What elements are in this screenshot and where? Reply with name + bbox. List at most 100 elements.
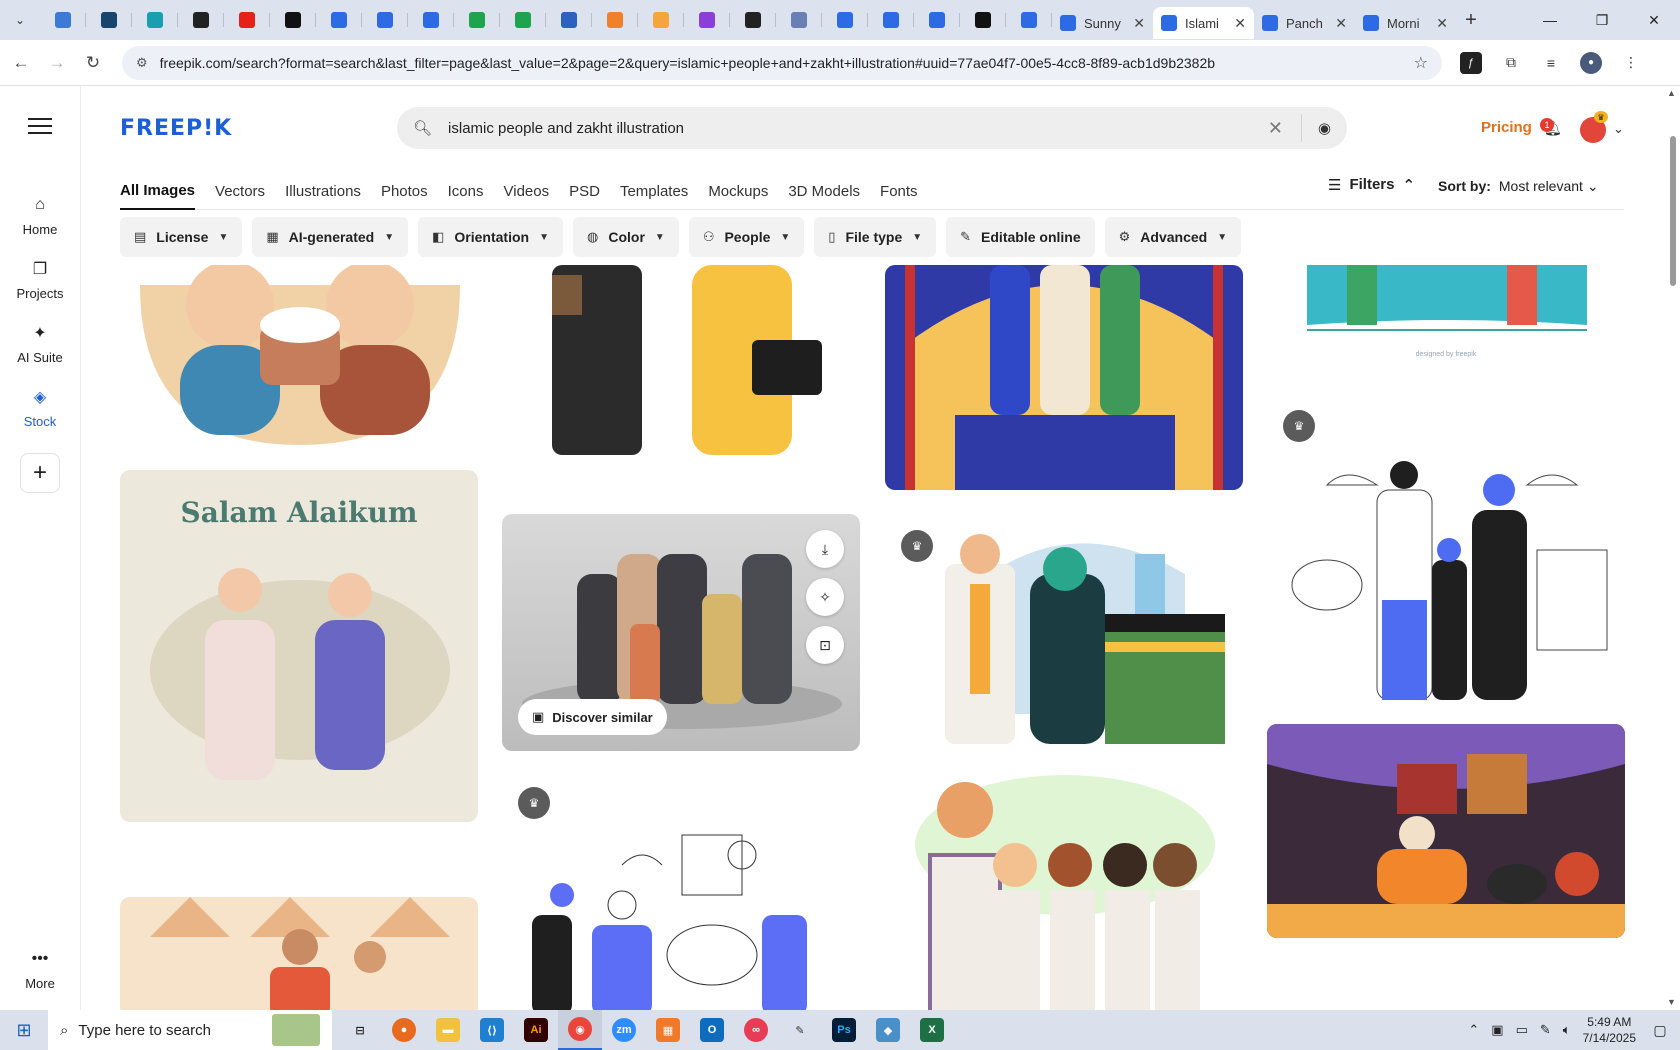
- pinned-tab[interactable]: [684, 5, 730, 35]
- pen-icon[interactable]: ✎: [1540, 1022, 1551, 1038]
- file-explorer-icon[interactable]: ▬: [426, 1010, 470, 1050]
- browser-tab[interactable]: Islami ✕: [1153, 7, 1254, 39]
- excel-icon[interactable]: X: [910, 1010, 954, 1050]
- search-icon[interactable]: 🔍︎: [413, 119, 432, 137]
- outlook-icon[interactable]: O: [690, 1010, 734, 1050]
- vscode-icon[interactable]: ⟨⟩: [470, 1010, 514, 1050]
- image-card[interactable]: Salam Alaikum: [120, 470, 478, 822]
- pinned-tab[interactable]: [822, 5, 868, 35]
- new-tab-button[interactable]: +: [1456, 9, 1486, 32]
- image-card[interactable]: [120, 265, 478, 445]
- tab-photos[interactable]: Photos: [381, 172, 428, 210]
- scroll-up-arrow-icon[interactable]: ▲: [1667, 88, 1676, 98]
- app-grid-icon[interactable]: ▦: [646, 1010, 690, 1050]
- pinned-tab[interactable]: [1006, 5, 1052, 35]
- image-card-hovered[interactable]: ⤓ ✧ ⊡ ▣ Discover similar: [502, 514, 860, 751]
- tab-all-images[interactable]: All Images: [120, 172, 196, 210]
- notification-bell-icon[interactable]: 🔔︎ 1: [1540, 118, 1564, 140]
- tab-vectors[interactable]: Vectors: [215, 172, 265, 210]
- scrollbar-thumb[interactable]: [1670, 136, 1676, 286]
- minimize-button[interactable]: —: [1524, 0, 1576, 40]
- close-tab-icon[interactable]: ✕: [1133, 15, 1145, 32]
- pinned-tab[interactable]: [362, 5, 408, 35]
- tab-psd[interactable]: PSD: [569, 172, 600, 210]
- firefox-icon[interactable]: ●: [382, 1010, 426, 1050]
- restore-button[interactable]: ❐: [1576, 0, 1628, 40]
- filter-file-type-button[interactable]: ▯ File type ▼: [814, 217, 937, 257]
- filters-toggle[interactable]: ☰ Filters ⌃: [1328, 176, 1415, 194]
- freepik-logo[interactable]: FREEP!K: [120, 116, 232, 141]
- filter-color-button[interactable]: ◍ Color ▼: [573, 217, 679, 257]
- save-to-folder-icon[interactable]: ⊡: [806, 626, 844, 664]
- image-card[interactable]: [1267, 724, 1625, 938]
- sidebar-item-stock[interactable]: ◈ Stock: [0, 386, 80, 429]
- close-window-button[interactable]: ✕: [1628, 0, 1680, 40]
- tab-mockups[interactable]: Mockups: [708, 172, 768, 210]
- sidebar-item-more[interactable]: ••• More: [0, 948, 80, 991]
- pen-tool-icon[interactable]: ✎: [778, 1010, 822, 1050]
- sidebar-item-projects[interactable]: ❐ Projects: [0, 258, 80, 301]
- taskbar-search[interactable]: ⌕ Type here to search: [48, 1010, 332, 1050]
- media-control-icon[interactable]: ≡: [1540, 52, 1562, 74]
- pinned-tab[interactable]: [592, 5, 638, 35]
- profile-avatar[interactable]: ●: [1580, 51, 1602, 74]
- filter-people-button[interactable]: ⚇ People ▼: [688, 217, 805, 257]
- browser-tab[interactable]: Sunny ✕: [1052, 7, 1153, 39]
- volume-icon[interactable]: 🔈︎: [1563, 1022, 1571, 1038]
- pinned-tab[interactable]: [960, 5, 1006, 35]
- browser-menu-icon[interactable]: ⋮: [1620, 52, 1642, 74]
- network-icon[interactable]: ▭: [1516, 1022, 1528, 1038]
- pinned-tab[interactable]: [868, 5, 914, 35]
- user-avatar[interactable]: ♛: [1580, 111, 1608, 143]
- reload-button[interactable]: ↻: [78, 48, 108, 78]
- pinned-tab[interactable]: [408, 5, 454, 35]
- url-text[interactable]: freepik.com/search?format=search&last_fi…: [160, 55, 1414, 71]
- pinned-tab[interactable]: [178, 5, 224, 35]
- zoom-icon[interactable]: zm: [602, 1010, 646, 1050]
- pinned-tab[interactable]: [316, 5, 362, 35]
- sort-dropdown[interactable]: Sort by: Most relevant ⌄: [1438, 178, 1599, 195]
- image-card[interactable]: ♛: [885, 514, 1243, 751]
- filter-orientation-button[interactable]: ◧ Orientation ▼: [418, 217, 563, 257]
- tab-illustrations[interactable]: Illustrations: [285, 172, 361, 210]
- pinned-tab[interactable]: [914, 5, 960, 35]
- image-card[interactable]: ♛: [1267, 400, 1625, 700]
- pinned-tab[interactable]: [730, 5, 776, 35]
- search-input[interactable]: [448, 119, 1268, 137]
- site-info-icon[interactable]: ⚙: [136, 55, 148, 71]
- forward-button[interactable]: →: [42, 48, 72, 78]
- image-card[interactable]: [885, 775, 1243, 1010]
- pinned-tab[interactable]: [86, 5, 132, 35]
- clear-search-icon[interactable]: ✕: [1268, 118, 1283, 139]
- user-menu-chevron-icon[interactable]: ⌄: [1613, 121, 1624, 137]
- image-card[interactable]: [502, 265, 860, 465]
- illustrator-icon[interactable]: Ai: [514, 1010, 558, 1050]
- close-tab-icon[interactable]: ✕: [1234, 15, 1246, 32]
- tab-templates[interactable]: Templates: [620, 172, 688, 210]
- sidebar-item-home[interactable]: ⌂ Home: [0, 194, 80, 237]
- pinned-tab[interactable]: [454, 5, 500, 35]
- download-icon[interactable]: ⤓: [806, 530, 844, 568]
- extension-f-icon[interactable]: ƒ: [1460, 51, 1482, 74]
- camera-search-icon[interactable]: ◉: [1318, 119, 1331, 137]
- close-tab-icon[interactable]: ✕: [1335, 15, 1347, 32]
- pinned-tab[interactable]: [132, 5, 178, 35]
- bookmark-star-icon[interactable]: ☆: [1414, 53, 1428, 73]
- discover-similar-button[interactable]: ▣ Discover similar: [518, 699, 667, 735]
- pinned-tab[interactable]: [270, 5, 316, 35]
- pricing-link[interactable]: Pricing: [1481, 119, 1532, 136]
- filter-advanced-button[interactable]: ⚙ Advanced ▼: [1104, 217, 1242, 257]
- tab-videos[interactable]: Videos: [504, 172, 550, 210]
- pinned-tab[interactable]: [500, 5, 546, 35]
- url-omnibox[interactable]: ⚙ freepik.com/search?format=search&last_…: [122, 45, 1442, 80]
- pinned-tab[interactable]: [224, 5, 270, 35]
- filter-license-button[interactable]: ▤ License ▼: [120, 217, 243, 257]
- image-card[interactable]: ♛: [502, 775, 860, 1010]
- scroll-down-arrow-icon[interactable]: ▼: [1667, 997, 1676, 1007]
- filter-ai-generated-button[interactable]: ▦ AI-generated ▼: [252, 217, 409, 257]
- notification-center-icon[interactable]: ▢: [1648, 1022, 1672, 1039]
- pinned-tab[interactable]: [638, 5, 684, 35]
- windows-start-icon[interactable]: ⊞: [0, 1010, 48, 1050]
- extensions-puzzle-icon[interactable]: ⧉: [1500, 52, 1522, 74]
- tab-icons[interactable]: Icons: [448, 172, 484, 210]
